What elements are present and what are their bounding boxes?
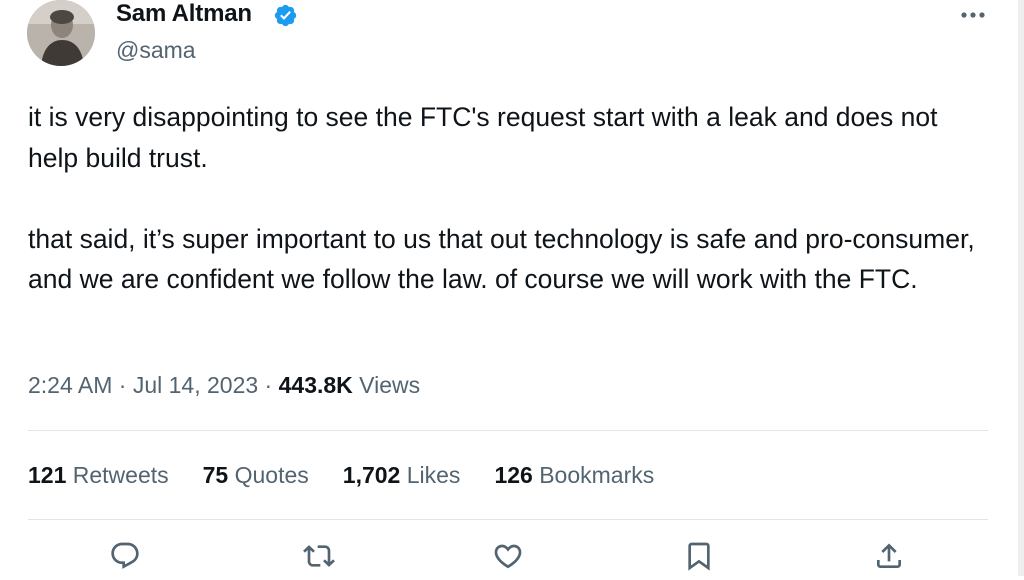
bookmarks-count: 126 [494, 462, 533, 488]
display-name[interactable]: Sam Altman [116, 0, 252, 29]
meta-separator: · [258, 372, 279, 398]
retweets-stat[interactable]: 121 Retweets [28, 458, 169, 492]
quotes-stat[interactable]: 75 Quotes [203, 458, 309, 492]
retweets-count: 121 [28, 462, 67, 488]
tweet: Sam Altman @sama it is very disappointin… [0, 0, 1018, 576]
user-handle[interactable]: @sama [116, 35, 196, 65]
tweet-meta: 2:24 AM · Jul 14, 2023 · 443.8K Views [28, 368, 420, 402]
like-icon[interactable] [488, 540, 528, 580]
tweet-paragraph: that said, it’s super important to us th… [28, 223, 975, 295]
quotes-count: 75 [202, 462, 229, 488]
likes-count: 1,702 [342, 462, 401, 488]
engagement-stats: 121 Retweets 75 Quotes 1,702 Likes 126 B… [28, 458, 688, 492]
views-count[interactable]: 443.8K [279, 372, 353, 398]
window-edge [1018, 0, 1024, 576]
meta-separator: · [112, 372, 133, 398]
reply-icon[interactable] [105, 540, 145, 580]
share-icon[interactable] [869, 540, 909, 580]
bookmarks-label: Bookmarks [532, 462, 655, 488]
bookmarks-stat[interactable]: 126 Bookmarks [494, 458, 654, 492]
quotes-label: Quotes [228, 462, 309, 488]
verified-badge-icon[interactable] [273, 3, 298, 28]
more-options-icon[interactable] [955, 0, 991, 30]
views-label[interactable]: Views [353, 372, 420, 398]
tweet-paragraph: it is very disappointing to see the FTC'… [28, 102, 938, 173]
tweet-time[interactable]: 2:24 AM [28, 372, 112, 398]
likes-stat[interactable]: 1,702 Likes [343, 458, 461, 492]
retweet-icon[interactable] [299, 540, 339, 580]
tweet-date[interactable]: Jul 14, 2023 [133, 372, 258, 398]
divider [28, 430, 988, 431]
retweets-label: Retweets [66, 462, 169, 488]
avatar-photo [27, 0, 95, 66]
avatar[interactable] [27, 0, 95, 66]
tweet-text: it is very disappointing to see the FTC'… [28, 97, 988, 340]
divider [28, 519, 988, 520]
bookmark-icon[interactable] [679, 540, 719, 580]
likes-label: Likes [400, 462, 461, 488]
